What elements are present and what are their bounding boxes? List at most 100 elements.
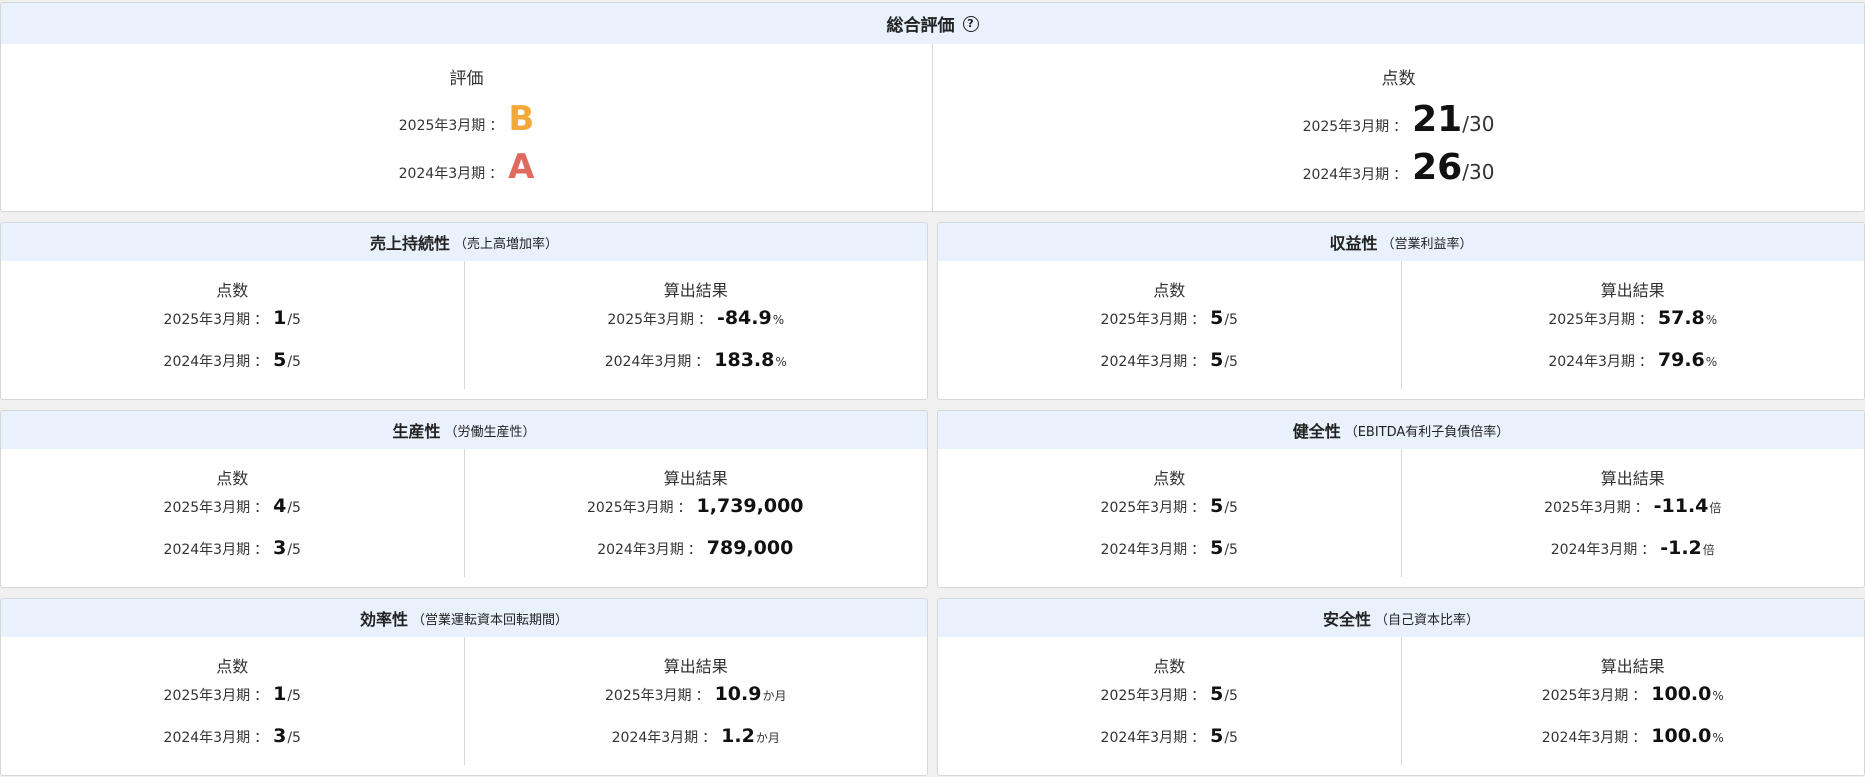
result-row: 2024年3月期 ： 100.0 % (1542, 725, 1724, 761)
overall-title: 総合評価 (886, 16, 955, 36)
result-row: 2025年3月期 ： 1,739,000 (587, 495, 805, 531)
metric-subtitle: （EBITDA有利子負債倍率） (1344, 424, 1510, 440)
period-label: 2025年3月期 (163, 500, 251, 516)
result-col-title: 算出結果 (663, 469, 728, 488)
separator: ： (254, 354, 269, 370)
result-unit: % (1705, 313, 1718, 327)
metric-score-column: 点数 2025年3月期 ： 1 /5 2024年3月期 ： 3 /5 (1, 637, 464, 775)
score-max: /5 (287, 500, 301, 516)
result-unit: か月 (762, 689, 787, 703)
result-row: 2025年3月期 ： -84.9 % (607, 307, 784, 343)
result-value: 1,739,000 (696, 495, 804, 517)
metric-result-column: 算出結果 2025年3月期 ： -11.4 倍 2024年3月期 ： -1.2 … (1402, 449, 1865, 587)
separator: ： (489, 118, 504, 134)
help-icon[interactable]: ? (962, 15, 979, 32)
result-value: -11.4 (1653, 495, 1709, 517)
score-value: 3 (273, 537, 287, 559)
result-row: 2025年3月期 ： 100.0 % (1542, 683, 1724, 719)
period-label: 2025年3月期 (163, 312, 251, 328)
separator: ： (254, 500, 269, 516)
period-label: 2025年3月期 (1302, 119, 1390, 135)
metric-subtitle: （自己資本比率） (1375, 612, 1480, 628)
separator: ： (1641, 542, 1656, 558)
metric-body: 点数 2025年3月期 ： 5 /5 2024年3月期 ： 5 /5 算出結果 (938, 449, 1864, 587)
result-value: 100.0 (1651, 725, 1712, 747)
result-value: 57.8 (1657, 307, 1705, 329)
score-value: 5 (1210, 725, 1224, 747)
metric-score-column: 点数 2025年3月期 ： 4 /5 2024年3月期 ： 3 /5 (1, 449, 464, 587)
score-row: 2024年3月期 ： 5 /5 (164, 349, 301, 385)
separator: ： (1191, 688, 1206, 704)
score-value: 5 (1210, 349, 1224, 371)
separator: ： (489, 166, 504, 182)
separator: ： (1634, 500, 1649, 516)
separator: ： (1191, 730, 1206, 746)
separator: ： (1632, 730, 1647, 746)
period-label: 2025年3月期 (1100, 688, 1188, 704)
metric-subtitle: （営業利益率） (1381, 236, 1473, 252)
score-col-title: 点数 (1153, 657, 1186, 676)
metric-header: 健全性 （EBITDA有利子負債倍率） (938, 411, 1864, 449)
result-value: -1.2 (1660, 537, 1702, 559)
result-unit: 倍 (1709, 501, 1722, 515)
result-value: -84.9 (716, 307, 772, 329)
period-label: 2024年3月期 (1541, 730, 1629, 746)
separator: ： (687, 542, 702, 558)
period-label: 2025年3月期 (1548, 312, 1635, 328)
period-label: 2024年3月期 (163, 730, 251, 746)
period-label: 2025年3月期 (1541, 688, 1629, 704)
metric-result-column: 算出結果 2025年3月期 ： 10.9 か月 2024年3月期 ： 1.2 か… (465, 637, 928, 775)
separator: ： (1393, 119, 1408, 135)
metric-score-column: 点数 2025年3月期 ： 5 /5 2024年3月期 ： 5 /5 (938, 637, 1401, 775)
score-max: /5 (287, 354, 301, 370)
period-label: 2024年3月期 (604, 354, 692, 370)
score-col-title: 点数 (216, 469, 249, 488)
metric-result-column: 算出結果 2025年3月期 ： 100.0 % 2024年3月期 ： 100.0… (1402, 637, 1865, 775)
grade-row: 2024年3月期 ： A (399, 147, 535, 197)
result-col-title: 算出結果 (663, 657, 728, 676)
metric-result-column: 算出結果 2025年3月期 ： 1,739,000 2024年3月期 ： 789… (465, 449, 928, 587)
result-unit: % (1712, 731, 1724, 745)
score-row: 2024年3月期 ： 5 /5 (1101, 349, 1238, 385)
result-unit: 倍 (1702, 543, 1715, 557)
metric-result-column: 算出結果 2025年3月期 ： 57.8 % 2024年3月期 ： 79.6 % (1402, 261, 1865, 399)
score-max: /5 (287, 312, 301, 328)
result-unit: % (772, 313, 785, 327)
score-value: 5 (1210, 307, 1224, 329)
result-col-title: 算出結果 (663, 281, 728, 300)
score-col-title: 点数 (216, 281, 249, 300)
score-row: 2025年3月期 ： 1 /5 (164, 683, 301, 719)
score-value: 5 (273, 349, 287, 371)
metric-title: 売上持続性 (369, 234, 450, 253)
metric-header: 売上持続性 （売上高増加率） (1, 223, 927, 261)
metric-title: 健全性 (1292, 422, 1341, 441)
score-max: /5 (1224, 688, 1238, 704)
metric-body: 点数 2025年3月期 ： 5 /5 2024年3月期 ： 5 /5 算出結果 (938, 261, 1864, 399)
result-row: 2024年3月期 ： 183.8 % (605, 349, 787, 385)
metric-body: 点数 2025年3月期 ： 5 /5 2024年3月期 ： 5 /5 算出結果 (938, 637, 1864, 775)
metric-card: 売上持続性 （売上高増加率） 点数 2025年3月期 ： 1 /5 2024年3… (0, 222, 928, 400)
period-label: 2025年3月期 (607, 312, 694, 328)
metric-title: 収益性 (1329, 234, 1378, 253)
grade-value: A (508, 147, 535, 187)
score-value: 1 (273, 683, 287, 705)
score-max: /5 (1224, 354, 1238, 370)
separator: ： (254, 688, 269, 704)
score-title: 点数 (1381, 69, 1416, 89)
score-row: 2024年3月期 ： 5 /5 (1101, 725, 1238, 761)
period-label: 2024年3月期 (1548, 354, 1635, 370)
grade-column: 評価 2025年3月期 ： B 2024年3月期 ： A (1, 44, 932, 211)
score-max: /5 (287, 730, 301, 746)
period-label: 2024年3月期 (1302, 167, 1390, 183)
metric-body: 点数 2025年3月期 ： 1 /5 2024年3月期 ： 3 /5 算出結果 (1, 637, 927, 775)
separator: ： (695, 688, 710, 704)
metric-score-column: 点数 2025年3月期 ： 5 /5 2024年3月期 ： 5 /5 (938, 449, 1401, 587)
score-row: 2024年3月期 ： 3 /5 (164, 725, 301, 761)
score-max: /5 (1224, 542, 1238, 558)
metric-subtitle: （営業運転資本回転期間） (412, 612, 569, 628)
period-label: 2025年3月期 (163, 688, 251, 704)
separator: ： (254, 730, 269, 746)
score-value: 3 (273, 725, 287, 747)
overall-body: 評価 2025年3月期 ： B 2024年3月期 ： A 点数 2025年3月期… (1, 44, 1864, 211)
separator: ： (1393, 167, 1408, 183)
